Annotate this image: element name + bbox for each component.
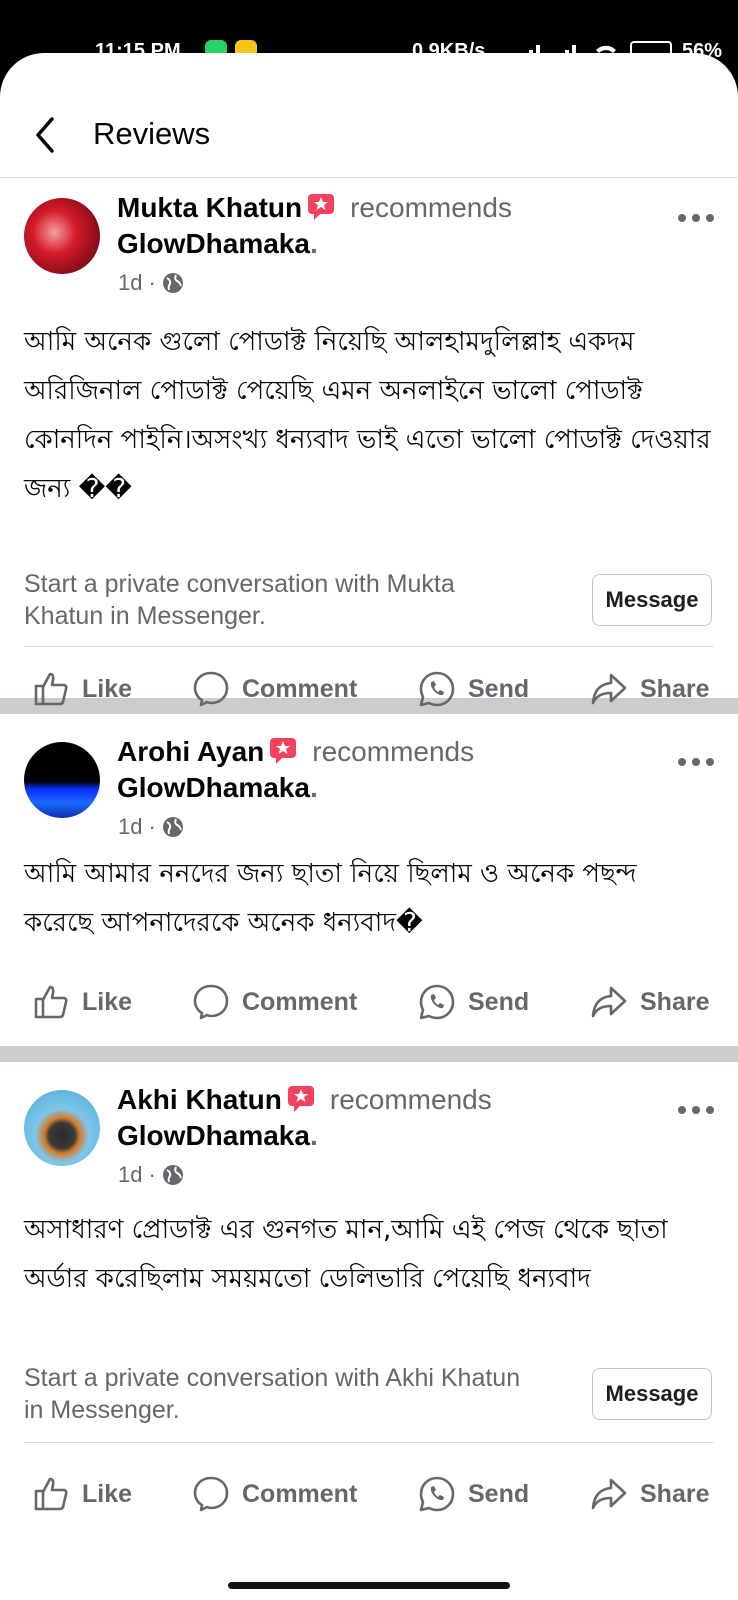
back-arrow-icon[interactable] (30, 115, 66, 155)
comment-icon (193, 984, 229, 1020)
like-label: Like (82, 987, 133, 1016)
share-button[interactable]: Share (590, 974, 709, 1030)
more-options-icon[interactable] (676, 1100, 716, 1120)
like-icon (34, 985, 68, 1019)
review-card: Arohi Ayan recommends GlowDhamaka. 1d · আ… (0, 714, 738, 1046)
page-name[interactable]: GlowDhamaka (117, 772, 310, 803)
review-header: Akhi Khatun recommends GlowDhamaka. (117, 1082, 492, 1154)
period: . (309, 1120, 318, 1151)
separator (24, 646, 714, 647)
avatar[interactable] (24, 198, 100, 274)
globe-icon (162, 817, 183, 837)
review-time: 1d (118, 1162, 143, 1187)
comment-label: Comment (242, 674, 358, 703)
send-button[interactable]: Send (418, 1466, 529, 1522)
action-bar: Like Comment Send Share (0, 661, 738, 717)
comment-button[interactable]: Comment (192, 661, 357, 717)
message-button[interactable]: Message (592, 1368, 712, 1420)
messenger-prompt: Start a private conversation with Mukta … (24, 570, 455, 630)
meta-separator-icon: · (148, 270, 156, 295)
send-button[interactable]: Send (418, 661, 529, 717)
review-meta: 1d · (118, 1162, 184, 1188)
recommend-badge-icon (287, 1086, 314, 1112)
like-label: Like (82, 1479, 133, 1508)
review-header: Arohi Ayan recommends GlowDhamaka. (117, 734, 474, 806)
share-button[interactable]: Share (590, 1466, 709, 1522)
review-time: 1d (118, 270, 143, 295)
review-meta: 1d · (118, 270, 184, 296)
reviews-sheet: Reviews Mukta Khatun recommends GlowDhama… (0, 53, 738, 1600)
recommends-text: recommends (312, 736, 475, 767)
comment-label: Comment (242, 987, 358, 1016)
review-card: Akhi Khatun recommends GlowDhamaka. 1d · … (0, 1062, 738, 1592)
action-bar: Like Comment Send Share (0, 1466, 738, 1522)
send-label: Send (468, 1479, 530, 1508)
comment-button[interactable]: Comment (192, 974, 357, 1030)
share-button[interactable]: Share (590, 661, 709, 717)
period: . (309, 772, 318, 803)
page-header: Reviews (0, 53, 738, 178)
author-name[interactable]: Arohi Ayan (117, 736, 264, 767)
more-options-icon[interactable] (676, 752, 716, 772)
share-icon (591, 673, 627, 705)
share-icon (591, 1478, 627, 1510)
like-button[interactable]: Like (32, 661, 132, 717)
like-button[interactable]: Like (32, 1466, 132, 1522)
page-title: Reviews (93, 116, 211, 151)
send-label: Send (468, 674, 530, 703)
page-name[interactable]: GlowDhamaka (117, 228, 310, 259)
meta-separator-icon: · (148, 814, 156, 839)
review-header: Mukta Khatun recommends GlowDhamaka. (117, 190, 512, 262)
message-button[interactable]: Message (592, 574, 712, 626)
send-label: Send (468, 987, 530, 1016)
review-meta: 1d · (118, 814, 184, 840)
author-name[interactable]: Akhi Khatun (117, 1084, 282, 1115)
review-time: 1d (118, 814, 143, 839)
avatar[interactable] (24, 1090, 100, 1166)
recommends-text: recommends (350, 192, 512, 223)
review-text: অসাধারণ প্রোডাক্ট এর গুনগত মান,আমি এই পে… (24, 1215, 668, 1294)
share-label: Share (640, 1479, 710, 1508)
review-text: আমি অনেক গুলো পোডাক্ট নিয়েছি আলহামদুলিল… (24, 327, 711, 504)
recommend-badge-icon (270, 738, 297, 764)
comment-label: Comment (242, 1479, 358, 1508)
action-bar: Like Comment Send Share (0, 974, 738, 1030)
comment-button[interactable]: Comment (192, 1466, 357, 1522)
separator (24, 1442, 714, 1443)
share-label: Share (640, 987, 710, 1016)
whatsapp-send-icon (419, 984, 455, 1020)
home-indicator[interactable] (228, 1582, 510, 1589)
meta-separator-icon: · (148, 1162, 156, 1187)
globe-icon (162, 1165, 183, 1185)
more-options-icon[interactable] (676, 208, 716, 228)
share-icon (591, 986, 627, 1018)
send-button[interactable]: Send (418, 974, 529, 1030)
review-text: আমি আমার ননদের জন্য ছাতা নিয়ে ছিলাম ও অ… (24, 859, 637, 938)
whatsapp-send-icon (419, 671, 455, 707)
author-name[interactable]: Mukta Khatun (117, 192, 302, 223)
whatsapp-send-icon (419, 1476, 455, 1512)
period: . (309, 228, 318, 259)
like-button[interactable]: Like (32, 974, 132, 1030)
recommends-text: recommends (329, 1084, 492, 1115)
comment-icon (193, 1476, 229, 1512)
post-divider (0, 1046, 738, 1062)
review-card: Mukta Khatun recommends GlowDhamaka. 1d ·… (0, 178, 738, 707)
messenger-prompt: Start a private conversation with Akhi K… (24, 1364, 521, 1424)
reviews-feed: Mukta Khatun recommends GlowDhamaka. 1d ·… (0, 178, 738, 1592)
globe-icon (162, 273, 183, 293)
share-label: Share (640, 674, 710, 703)
like-label: Like (82, 674, 133, 703)
page-name[interactable]: GlowDhamaka (117, 1120, 310, 1151)
recommend-badge-icon (308, 194, 335, 220)
comment-icon (193, 671, 229, 707)
like-icon (34, 672, 68, 706)
avatar[interactable] (24, 742, 100, 818)
like-icon (34, 1477, 68, 1511)
